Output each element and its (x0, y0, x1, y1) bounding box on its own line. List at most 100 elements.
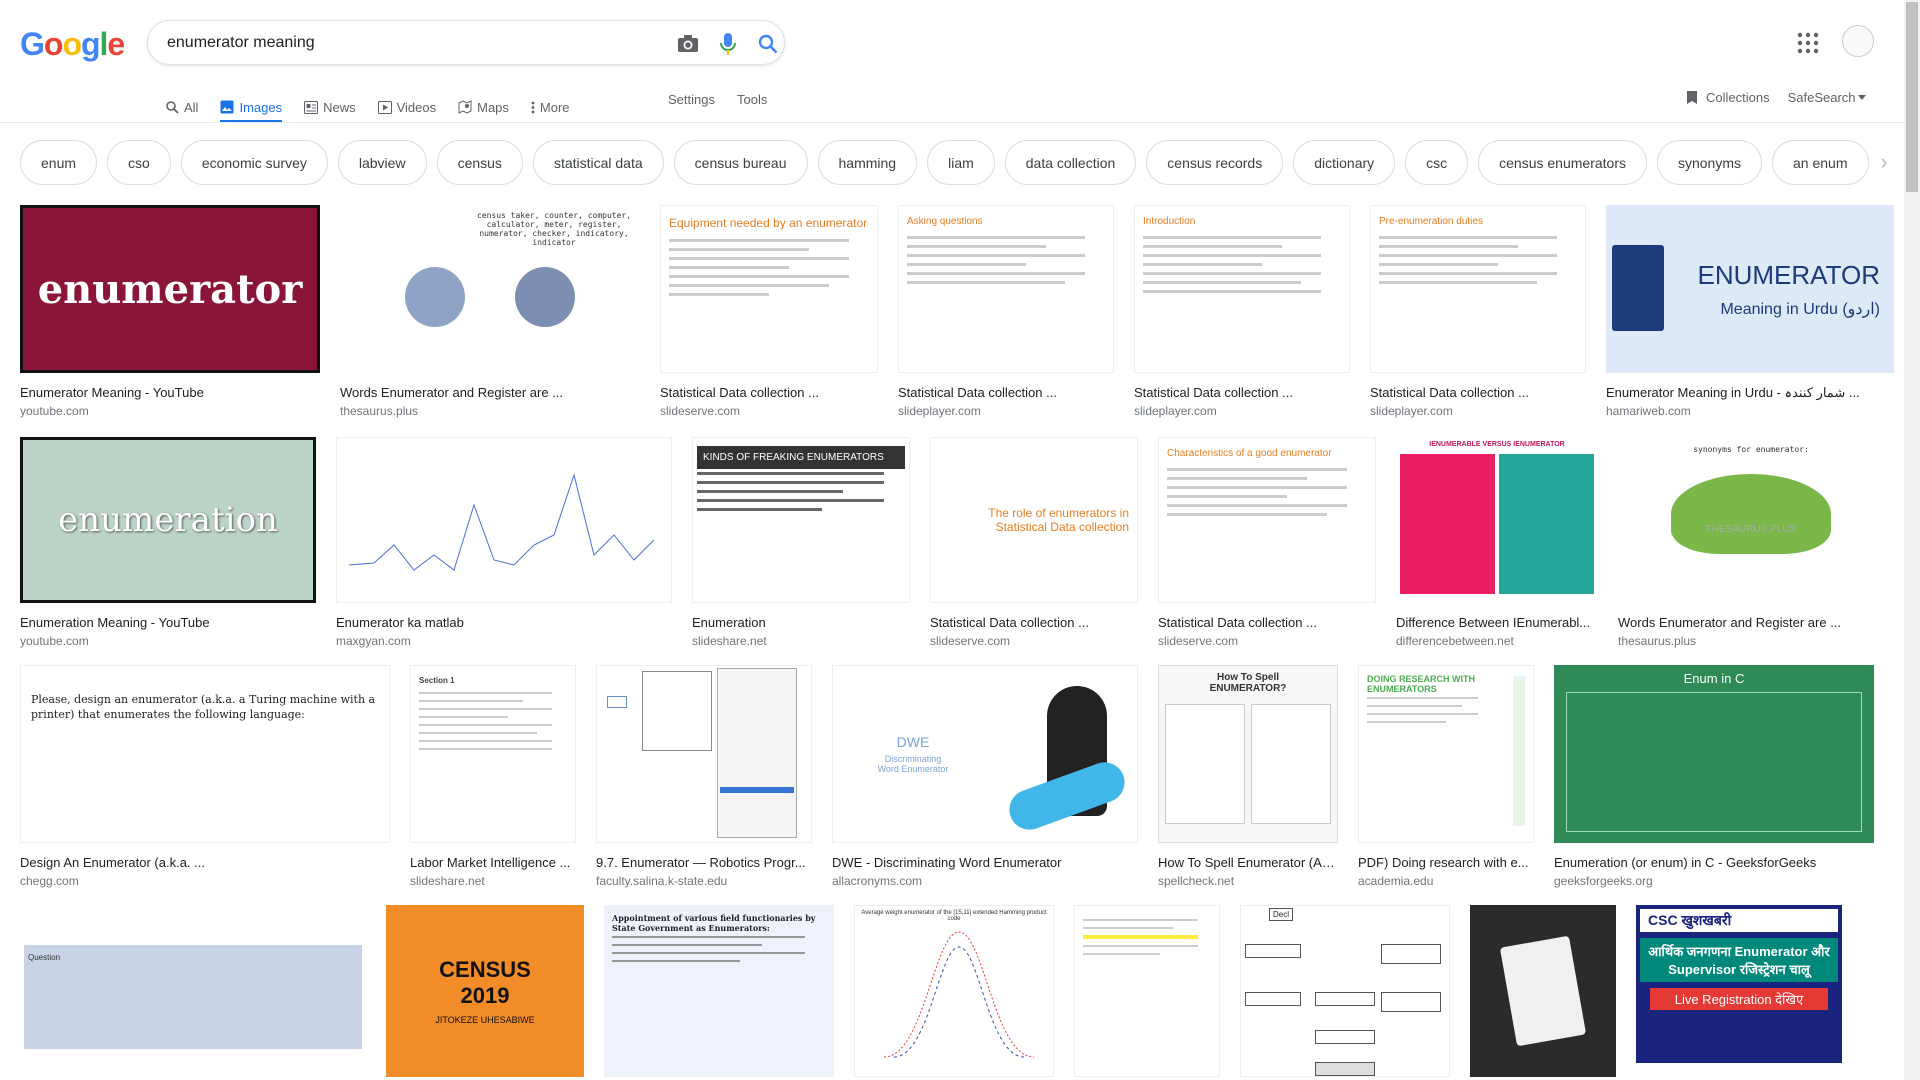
image-result[interactable]: Average weight enumerator of the [15,11]… (854, 905, 1054, 1077)
account-avatar[interactable] (1842, 25, 1874, 57)
logo-letter: g (80, 26, 101, 62)
image-result[interactable]: IENUMERABLE VERSUS IENUMERATOR Differenc… (1396, 437, 1598, 649)
image-result[interactable]: The role of enumerators in Statistical D… (930, 437, 1138, 649)
settings-link[interactable]: Settings (668, 92, 715, 107)
image-result[interactable]: Enum in C Enumeration (or enum) in C - G… (1554, 665, 1874, 889)
related-search-chip[interactable]: csc (1405, 140, 1469, 185)
related-search-chip[interactable]: statistical data (532, 140, 664, 185)
result-caption[interactable]: Enumerator Meaning in Urdu - شمار کنندہ … (1606, 385, 1894, 401)
tab-all[interactable]: All (166, 88, 198, 122)
related-search-chip[interactable]: economic survey (180, 140, 328, 185)
image-result[interactable]: KINDS OF FREAKING ENUMERATORS Enumeratio… (692, 437, 910, 649)
related-search-chip[interactable]: an enum (1772, 140, 1869, 185)
safesearch-dropdown[interactable]: SafeSearch (1788, 90, 1866, 105)
image-result[interactable]: Question (20, 905, 366, 1077)
image-result[interactable]: synonyms for enumerator: THESAURUS.PLUS … (1618, 437, 1884, 649)
search-icon[interactable] (756, 32, 780, 56)
related-search-chip[interactable]: synonyms (1656, 140, 1763, 185)
tab-images[interactable]: Images (220, 88, 283, 123)
image-result[interactable]: Decl (1240, 905, 1450, 1077)
google-logo[interactable]: Google (20, 26, 125, 63)
tab-label: Images (239, 99, 283, 115)
image-result[interactable]: census taker, counter, computer, calcula… (340, 205, 640, 419)
more-vert-icon (531, 101, 535, 113)
image-result[interactable]: How To Spell ENUMERATOR? How To Spell En… (1158, 665, 1338, 889)
collections-link[interactable]: Collections (1686, 90, 1770, 105)
result-caption[interactable]: Words Enumerator and Register are ... (1618, 615, 1884, 631)
scrollbar-thumb[interactable] (1906, 2, 1918, 192)
microphone-icon[interactable] (716, 32, 740, 56)
related-search-chip[interactable]: enum (20, 140, 98, 185)
apps-grid-icon[interactable] (1796, 31, 1820, 55)
chevron-right-icon[interactable]: › (1872, 150, 1896, 174)
related-search-chip[interactable]: census (436, 140, 523, 185)
related-search-chip[interactable]: census bureau (673, 140, 808, 185)
result-thumbnail: The role of enumerators in Statistical D… (930, 437, 1138, 603)
result-caption[interactable]: Enumeration (692, 615, 910, 631)
image-result[interactable]: Characteristics of a good enumerator Sta… (1158, 437, 1376, 649)
result-thumbnail: census taker, counter, computer, calcula… (340, 205, 640, 373)
result-caption[interactable]: Enumerator ka matlab (336, 615, 672, 631)
image-result[interactable]: Appointment of various field functionari… (604, 905, 834, 1077)
result-caption[interactable]: Statistical Data collection ... (660, 385, 878, 401)
related-search-chip[interactable]: data collection (1004, 140, 1137, 185)
related-search-chip[interactable]: census records (1146, 140, 1284, 185)
image-result[interactable] (1074, 905, 1220, 1077)
result-caption[interactable]: Design An Enumerator (a.k.a. ... (20, 855, 390, 871)
image-result[interactable]: Please, design an enumerator (a.k.a. a T… (20, 665, 390, 889)
image-result[interactable]: CSC खुशखबरी आर्थिक जनगणना Enumerator और … (1636, 905, 1842, 1077)
image-result[interactable]: Equipment needed by an enumerator Statis… (660, 205, 878, 419)
thumb-text: The role of enumerators in Statistical D… (988, 506, 1129, 534)
result-source: youtube.com (20, 404, 89, 418)
image-result[interactable]: ENUMERATOR Meaning in Urdu (اردو) Enumer… (1606, 205, 1894, 419)
result-caption[interactable]: 9.7. Enumerator — Robotics Progr... (596, 855, 812, 871)
image-result[interactable]: Asking questions Statistical Data collec… (898, 205, 1114, 419)
result-source: slideserve.com (930, 634, 1011, 648)
result-thumbnail: Pre-enumeration duties (1370, 205, 1586, 373)
result-caption[interactable]: Difference Between IEnumerabl... (1396, 615, 1598, 631)
image-result[interactable]: 9.7. Enumerator — Robotics Progr... facu… (596, 665, 812, 889)
thumb-text: CSC खुशखबरी (1640, 909, 1838, 932)
result-caption[interactable]: Statistical Data collection ... (898, 385, 1114, 401)
results-row: enumeration Enumeration Meaning - YouTub… (20, 437, 1884, 649)
result-caption[interactable]: Statistical Data collection ... (930, 615, 1138, 631)
result-thumbnail: enumeration (20, 437, 316, 603)
related-search-chip[interactable]: census enumerators (1478, 140, 1647, 185)
image-result[interactable]: DWE Discriminating Word Enumerator DWE -… (832, 665, 1138, 889)
thumb-text: Decl (1269, 908, 1294, 921)
image-result[interactable]: Introduction Statistical Data collection… (1134, 205, 1350, 419)
result-caption[interactable]: Enumeration Meaning - YouTube (20, 615, 316, 631)
result-caption[interactable]: DWE - Discriminating Word Enumerator (832, 855, 1138, 871)
tab-news[interactable]: News (304, 88, 356, 122)
result-caption[interactable]: Enumerator Meaning - YouTube (20, 385, 320, 401)
search-input[interactable] (167, 32, 647, 54)
image-result[interactable]: Enumerator ka matlab maxgyan.com (336, 437, 672, 649)
result-caption[interactable]: Statistical Data collection ... (1134, 385, 1350, 401)
tab-videos[interactable]: Videos (377, 88, 436, 122)
tools-link[interactable]: Tools (737, 92, 767, 107)
image-result[interactable]: Pre-enumeration duties Statistical Data … (1370, 205, 1586, 419)
result-caption[interactable]: Statistical Data collection ... (1370, 385, 1586, 401)
result-caption[interactable]: Words Enumerator and Register are ... (340, 385, 640, 401)
image-result[interactable]: enumerator Enumerator Meaning - YouTube … (20, 205, 320, 419)
result-caption[interactable]: PDF) Doing research with e... (1358, 855, 1534, 871)
image-result[interactable]: DOING RESEARCH WITH ENUMERATORS PDF) Doi… (1358, 665, 1534, 889)
tab-maps[interactable]: Maps (458, 88, 509, 122)
image-result[interactable]: Section 1 Labor Market Intelligence ... … (410, 665, 576, 889)
result-caption[interactable]: How To Spell Enumerator (An... (1158, 855, 1338, 871)
camera-icon[interactable] (676, 32, 700, 56)
thumb-text: How To Spell ENUMERATOR? (1209, 672, 1287, 694)
related-search-chip[interactable]: labview (337, 140, 427, 185)
image-result[interactable]: CENSUS 2019 JITOKEZE UHESABIWE (386, 905, 584, 1077)
tab-label: More (539, 99, 570, 115)
result-caption[interactable]: Labor Market Intelligence ... (410, 855, 576, 871)
related-search-chip[interactable]: dictionary (1293, 140, 1396, 185)
related-search-chip[interactable]: cso (107, 140, 171, 185)
related-search-chip[interactable]: liam (927, 140, 995, 185)
related-search-chip[interactable]: hamming (817, 140, 918, 185)
result-caption[interactable]: Enumeration (or enum) in C - GeeksforGee… (1554, 855, 1874, 871)
image-result[interactable] (1470, 905, 1616, 1077)
result-caption[interactable]: Statistical Data collection ... (1158, 615, 1376, 631)
image-result[interactable]: enumeration Enumeration Meaning - YouTub… (20, 437, 316, 649)
tab-more[interactable]: More (531, 88, 570, 122)
